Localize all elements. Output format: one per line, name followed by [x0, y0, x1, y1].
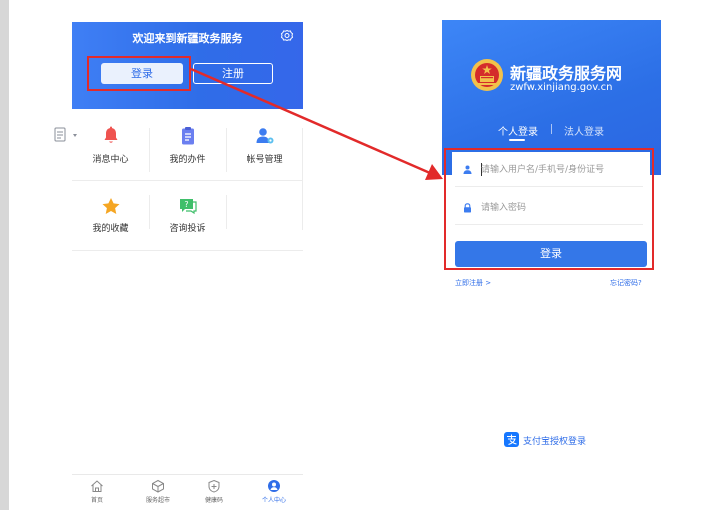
- menu-label: 帐号管理: [246, 155, 283, 165]
- nav-label: 首页: [90, 497, 103, 504]
- alipay-icon: [504, 432, 519, 447]
- nav-health-code[interactable]: 健康码: [184, 479, 244, 504]
- tab-separator: [551, 124, 552, 134]
- menu-label: 消息中心: [92, 155, 129, 165]
- health-code-icon: [208, 479, 220, 493]
- grid-divider: [72, 250, 303, 251]
- alipay-login-label: 支付宝授权登录: [523, 437, 587, 447]
- nav-label: 健康码: [204, 497, 223, 504]
- star-icon: [102, 198, 119, 214]
- clipboard-icon: [181, 127, 194, 145]
- menu-item-favorites[interactable]: 我的收藏: [72, 197, 149, 249]
- user-settings-icon: [256, 128, 273, 144]
- menu-item-consultation[interactable]: ? 咨询投诉: [149, 197, 226, 249]
- grid-divider: [72, 180, 303, 181]
- svg-text:?: ?: [184, 200, 188, 209]
- register-now-link[interactable]: 立即注册 >: [455, 278, 491, 288]
- site-title: 新疆政务服务网: [510, 64, 623, 83]
- person-icon: [268, 480, 280, 492]
- chat-question-icon: ?: [179, 199, 197, 215]
- national-emblem-icon: [471, 59, 503, 91]
- grid-divider: [226, 195, 227, 229]
- tab-company-login[interactable]: 法人登录: [564, 123, 604, 138]
- forgot-password-link[interactable]: 忘记密码?: [610, 278, 642, 288]
- nav-label: 个人中心: [261, 497, 286, 504]
- register-button[interactable]: 注册: [193, 63, 273, 84]
- menu-item-my-cases[interactable]: 我的办件: [149, 126, 226, 178]
- login-highlight-box: [87, 56, 191, 91]
- nav-home[interactable]: 首页: [67, 479, 127, 504]
- login-form-highlight-box: [444, 148, 654, 270]
- menu-label: 我的收藏: [92, 224, 129, 234]
- menu-label: 我的办件: [169, 155, 206, 165]
- nav-service-market[interactable]: 服务超市: [128, 479, 188, 504]
- active-tab-indicator: [509, 139, 525, 141]
- bell-icon: [104, 126, 117, 143]
- left-edge-strip: [0, 0, 9, 510]
- menu-item-messages[interactable]: 消息中心: [72, 126, 149, 178]
- menu-label: 咨询投诉: [169, 224, 206, 234]
- welcome-text: 欢迎来到新疆政务服务: [132, 32, 243, 45]
- menu-item-account-management[interactable]: 帐号管理: [226, 126, 303, 178]
- cube-icon: [152, 479, 164, 493]
- home-icon: [91, 480, 103, 492]
- gear-icon[interactable]: [280, 29, 294, 43]
- nav-personal-center[interactable]: 个人中心: [244, 479, 304, 504]
- nav-label: 服务超市: [145, 497, 170, 504]
- tab-personal-login[interactable]: 个人登录: [498, 123, 538, 138]
- bottom-nav-divider: [72, 474, 303, 475]
- site-domain: zwfw.xinjiang.gov.cn: [510, 82, 613, 93]
